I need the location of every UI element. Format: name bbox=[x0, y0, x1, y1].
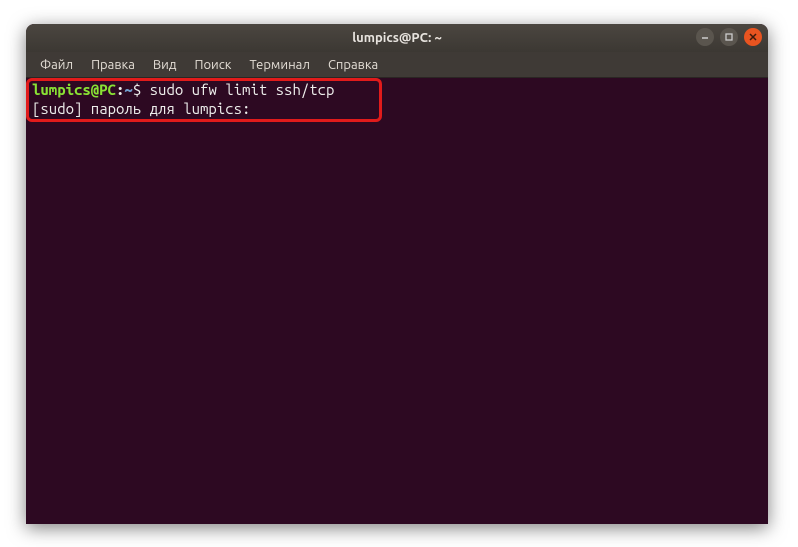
menu-search[interactable]: Поиск bbox=[186, 56, 239, 74]
menu-edit[interactable]: Правка bbox=[83, 56, 143, 74]
minimize-button[interactable] bbox=[696, 28, 714, 46]
terminal-body[interactable]: lumpics@PC:~$ sudo ufw limit ssh/tcp [su… bbox=[26, 78, 768, 524]
menu-help[interactable]: Справка bbox=[320, 56, 386, 74]
titlebar[interactable]: lumpics@PC: ~ bbox=[26, 24, 768, 52]
menu-terminal[interactable]: Терминал bbox=[241, 56, 317, 74]
prompt-dollar: $ bbox=[133, 81, 150, 98]
terminal-line-1: lumpics@PC:~$ sudo ufw limit ssh/tcp bbox=[32, 80, 762, 99]
minimize-icon bbox=[700, 32, 710, 42]
window-controls bbox=[696, 28, 762, 46]
menubar: Файл Правка Вид Поиск Терминал Справка bbox=[26, 52, 768, 78]
terminal-window: lumpics@PC: ~ Файл Правка Вид Поиск Терм… bbox=[26, 24, 768, 524]
close-icon bbox=[748, 32, 758, 42]
sudo-password-prompt: [sudo] пароль для lumpics: bbox=[32, 100, 259, 117]
window-title: lumpics@PC: ~ bbox=[352, 31, 442, 45]
menu-view[interactable]: Вид bbox=[145, 56, 185, 74]
prompt-path: ~ bbox=[124, 81, 132, 98]
maximize-icon bbox=[724, 32, 734, 42]
maximize-button[interactable] bbox=[720, 28, 738, 46]
prompt-user-host: lumpics@PC bbox=[32, 81, 116, 98]
menu-file[interactable]: Файл bbox=[32, 56, 81, 74]
command-text: sudo ufw limit ssh/tcp bbox=[150, 81, 335, 98]
close-button[interactable] bbox=[744, 28, 762, 46]
terminal-line-2: [sudo] пароль для lumpics: bbox=[32, 99, 762, 118]
